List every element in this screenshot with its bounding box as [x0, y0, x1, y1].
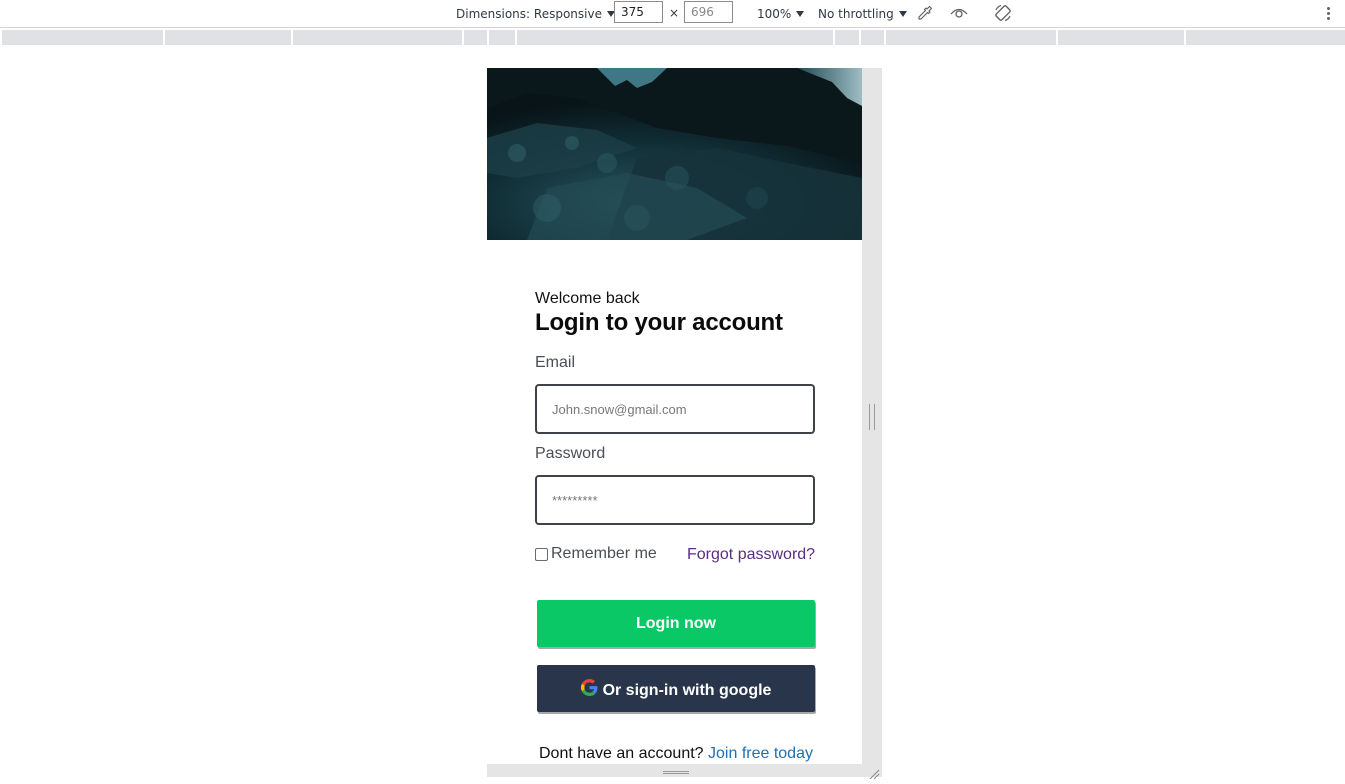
throttling-label: No throttling — [818, 7, 894, 21]
caret-down-icon — [796, 11, 805, 17]
rotate-icon[interactable] — [992, 2, 1014, 24]
device-viewport: Welcome back Login to your account Email… — [487, 68, 862, 764]
welcome-text: Welcome back — [535, 290, 640, 307]
caret-down-icon — [898, 11, 907, 17]
forgot-password-link[interactable]: Forgot password? — [687, 546, 815, 564]
eye-icon[interactable] — [948, 2, 970, 24]
signup-text: Dont have an account? — [539, 745, 704, 762]
signup-prompt: Dont have an account? Join free today — [539, 745, 813, 763]
email-field[interactable] — [535, 384, 815, 434]
login-button[interactable]: Login now — [537, 600, 815, 647]
bottom-resize-grip-icon — [663, 771, 689, 774]
page-title: Login to your account — [535, 309, 783, 336]
google-button-label: Or sign-in with google — [602, 681, 772, 699]
email-label: Email — [535, 354, 576, 371]
remember-me[interactable]: Remember me — [535, 545, 657, 563]
password-field[interactable] — [535, 475, 815, 525]
media-query-bar[interactable] — [2, 30, 1345, 45]
more-options-icon[interactable] — [1319, 3, 1337, 23]
zoom-dropdown[interactable]: 100% — [757, 5, 805, 23]
times-separator: × — [669, 6, 680, 20]
eyedropper-icon[interactable] — [914, 2, 936, 24]
width-input[interactable]: 375 — [614, 1, 663, 23]
corner-resize-icon[interactable] — [866, 766, 880, 780]
zoom-label: 100% — [757, 7, 792, 21]
height-input[interactable]: 696 — [684, 1, 733, 23]
join-free-link[interactable]: Join free today — [708, 745, 813, 762]
dimensions-dropdown[interactable]: Dimensions: Responsive — [456, 5, 615, 23]
right-resize-grip-icon — [869, 404, 875, 430]
device-toolbar: Dimensions: Responsive 375 × 696 100% No… — [0, 0, 1345, 28]
password-label: Password — [535, 445, 606, 462]
hero-image — [487, 68, 862, 240]
throttling-dropdown[interactable]: No throttling — [818, 5, 907, 23]
remember-checkbox[interactable] — [535, 547, 548, 561]
dimensions-label: Dimensions: Responsive — [456, 7, 602, 21]
login-button-label: Login now — [636, 614, 716, 632]
remember-label: Remember me — [551, 545, 657, 562]
google-signin-button[interactable]: Or sign-in with google — [537, 665, 815, 712]
google-icon — [580, 679, 598, 696]
